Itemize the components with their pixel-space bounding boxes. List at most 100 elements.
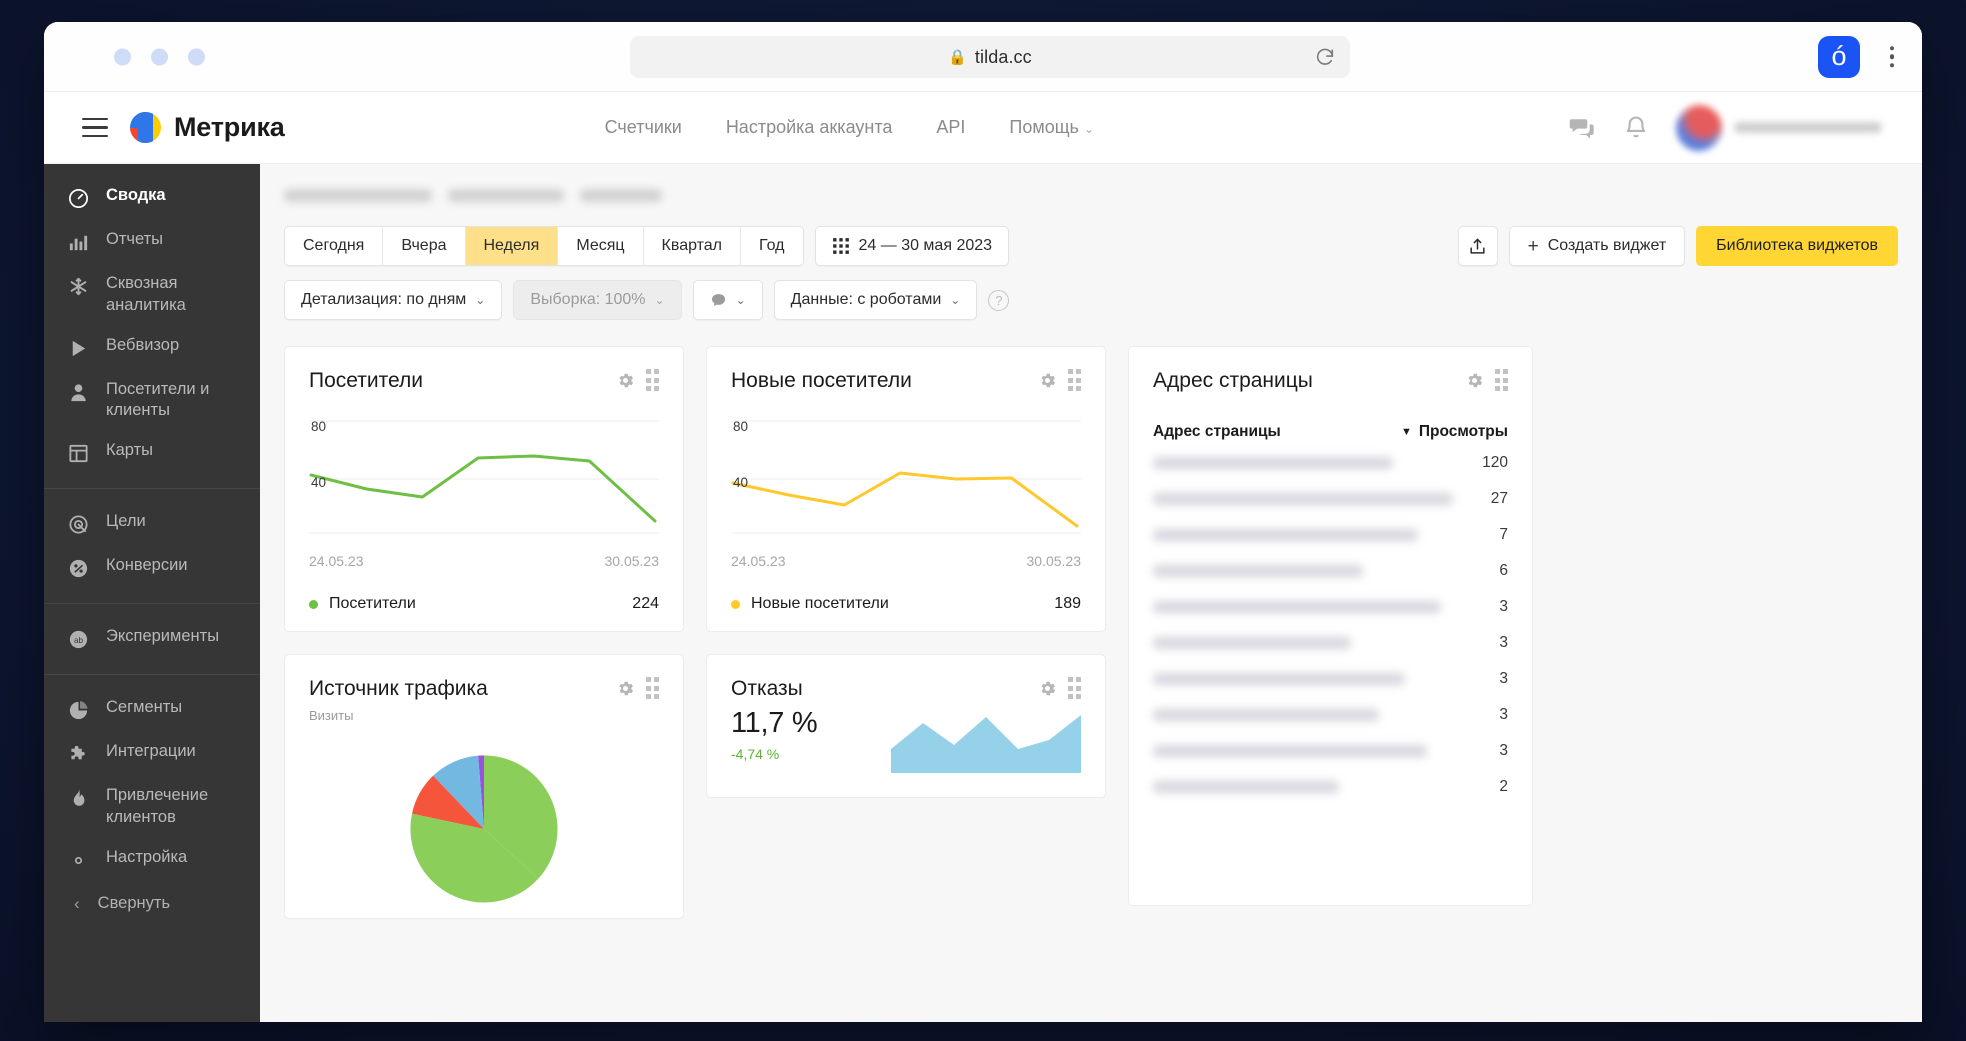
- nav-api[interactable]: API: [936, 117, 965, 138]
- widget-column-1: Посетители 80 40 24.05.23 30.05.23 Посет…: [284, 346, 684, 919]
- breadcrumb-item-redacted[interactable]: [448, 188, 564, 202]
- period-quarter[interactable]: Квартал: [643, 227, 742, 265]
- browser-profile-badge[interactable]: ó: [1818, 35, 1860, 78]
- minimize-window-button[interactable]: [151, 48, 168, 65]
- gear-icon[interactable]: [1038, 371, 1057, 390]
- gear-icon[interactable]: [616, 679, 635, 698]
- drag-handle-icon[interactable]: [1067, 369, 1081, 391]
- sidebar-collapse-button[interactable]: ‹ Свернуть: [44, 882, 260, 926]
- table-row[interactable]: 2: [1153, 769, 1508, 805]
- detail-level-dropdown[interactable]: Детализация: по дням ⌄: [284, 280, 503, 320]
- widget-library-button[interactable]: Библиотека виджетов: [1696, 226, 1898, 266]
- sidebar-item-integratsii[interactable]: Интеграции: [44, 732, 260, 776]
- period-month[interactable]: Месяц: [558, 227, 644, 265]
- column-header-url[interactable]: Адрес страницы: [1153, 423, 1281, 441]
- brand[interactable]: Метрика: [130, 112, 285, 143]
- table-row[interactable]: 27: [1153, 481, 1508, 517]
- create-widget-button[interactable]: + Создать виджет: [1508, 226, 1686, 266]
- table-row[interactable]: 3: [1153, 625, 1508, 661]
- x-axis-end: 30.05.23: [1026, 553, 1082, 569]
- legend-label: Посетители: [329, 595, 416, 612]
- nav-counters[interactable]: Счетчики: [605, 117, 682, 138]
- table-row[interactable]: 7: [1153, 517, 1508, 553]
- avatar[interactable]: [1676, 104, 1722, 151]
- account-email-redacted: [1734, 122, 1882, 133]
- sidebar-item-posetiteli-i-klienty[interactable]: Посетители и клиенты: [44, 370, 260, 432]
- nav-help[interactable]: Помощь ⌄: [1009, 117, 1094, 138]
- layout-map-icon: [66, 441, 91, 466]
- widget-header: Новые посетители: [731, 369, 1081, 393]
- breadcrumb-item-redacted[interactable]: [284, 188, 432, 202]
- page-url-redacted: [1153, 565, 1363, 577]
- sidebar-item-label: Посетители и клиенты: [106, 379, 210, 420]
- gear-icon[interactable]: [1465, 371, 1484, 390]
- toolbar: Сегодня Вчера Неделя Месяц Квартал Год 2…: [260, 226, 1922, 320]
- x-axis-labels: 24.05.23 30.05.23: [731, 553, 1081, 569]
- puzzle-piece-icon: [66, 742, 91, 767]
- date-range-picker[interactable]: 24 — 30 мая 2023: [814, 226, 1010, 266]
- sidebar-item-privlechenie-klientov[interactable]: Привлечение клиентов: [44, 776, 260, 838]
- widget-tools: [1038, 369, 1081, 391]
- sidebar-item-eksperimenty[interactable]: ab Эксперименты: [44, 617, 260, 661]
- calendar-icon: [832, 238, 849, 254]
- sidebar-item-tseli[interactable]: Цели: [44, 502, 260, 546]
- ab-test-icon: ab: [66, 627, 91, 652]
- sidebar-item-svodka[interactable]: Сводка: [44, 176, 260, 220]
- chevron-down-icon: ⌄: [654, 293, 665, 307]
- table-row[interactable]: 120: [1153, 445, 1508, 481]
- sidebar-item-karty[interactable]: Карты: [44, 431, 260, 475]
- data-robots-dropdown[interactable]: Данные: с роботами ⌄: [773, 280, 978, 320]
- sort-descending-icon: ▼: [1400, 426, 1412, 438]
- table-row[interactable]: 3: [1153, 661, 1508, 697]
- maximize-window-button[interactable]: [188, 48, 205, 65]
- views-value: 3: [1499, 706, 1508, 723]
- toolbar-row-filters: Детализация: по дням ⌄ Выборка: 100% ⌄ ⌄: [284, 280, 1898, 320]
- comment-filter-dropdown[interactable]: ⌄: [692, 280, 763, 320]
- drag-handle-icon[interactable]: [645, 677, 659, 699]
- gear-icon[interactable]: [616, 371, 635, 390]
- question-mark-icon[interactable]: ?: [988, 289, 1010, 311]
- table-row[interactable]: 3: [1153, 589, 1508, 625]
- table-row[interactable]: 3: [1153, 697, 1508, 733]
- url-text: tilda.cc: [974, 46, 1032, 67]
- table-row[interactable]: 3: [1153, 733, 1508, 769]
- sidebar-item-vebvizor[interactable]: Вебвизор: [44, 326, 260, 370]
- nav-account-settings[interactable]: Настройка аккаунта: [726, 117, 893, 138]
- window-traffic-lights[interactable]: [114, 48, 205, 65]
- breadcrumb-item-redacted[interactable]: [580, 188, 662, 202]
- sampling-dropdown[interactable]: Выборка: 100% ⌄: [513, 280, 682, 320]
- table-row[interactable]: 6: [1153, 553, 1508, 589]
- sidebar-item-segmenty[interactable]: Сегменты: [44, 688, 260, 732]
- top-navigation: Счетчики Настройка аккаунта API Помощь ⌄: [605, 117, 1094, 138]
- notification-bell-icon[interactable]: [1622, 114, 1650, 142]
- close-window-button[interactable]: [114, 48, 131, 65]
- column-header-views[interactable]: ▼ Просмотры: [1401, 423, 1508, 441]
- kebab-menu-icon[interactable]: [1889, 45, 1894, 68]
- chat-bubbles-icon[interactable]: [1568, 114, 1596, 142]
- sidebar-item-nastroyka[interactable]: Настройка: [44, 838, 260, 882]
- chevron-left-icon: ‹: [74, 893, 80, 913]
- drag-handle-icon[interactable]: [1494, 369, 1508, 391]
- new-visitors-line-chart: 80 40: [731, 413, 1081, 545]
- hamburger-menu-icon[interactable]: [82, 117, 108, 138]
- address-bar[interactable]: 🔒 tilda.cc: [630, 36, 1350, 78]
- export-button[interactable]: [1457, 226, 1498, 266]
- period-today[interactable]: Сегодня: [285, 227, 384, 265]
- period-selector[interactable]: Сегодня Вчера Неделя Месяц Квартал Год: [284, 226, 804, 266]
- sidebar-item-skvoznaya-analitika[interactable]: Сквозная аналитика: [44, 264, 260, 326]
- period-week[interactable]: Неделя: [465, 227, 559, 265]
- sidebar-item-konversii[interactable]: Конверсии: [44, 546, 260, 590]
- drag-handle-icon[interactable]: [1067, 677, 1081, 699]
- sidebar-divider: [44, 674, 260, 676]
- drag-handle-icon[interactable]: [645, 369, 659, 391]
- views-value: 27: [1490, 490, 1508, 507]
- reload-icon[interactable]: [1314, 46, 1336, 68]
- period-yesterday[interactable]: Вчера: [383, 227, 466, 265]
- x-axis-start: 24.05.23: [731, 553, 786, 569]
- sidebar-item-otchety[interactable]: Отчеты: [44, 220, 260, 264]
- widget-page-address: Адрес страницы Адрес страницы ▼ Просмотр…: [1128, 346, 1533, 906]
- period-year[interactable]: Год: [741, 227, 803, 265]
- gear-icon[interactable]: [1038, 679, 1057, 698]
- account-area[interactable]: [1676, 104, 1882, 151]
- play-triangle-icon: [66, 336, 91, 361]
